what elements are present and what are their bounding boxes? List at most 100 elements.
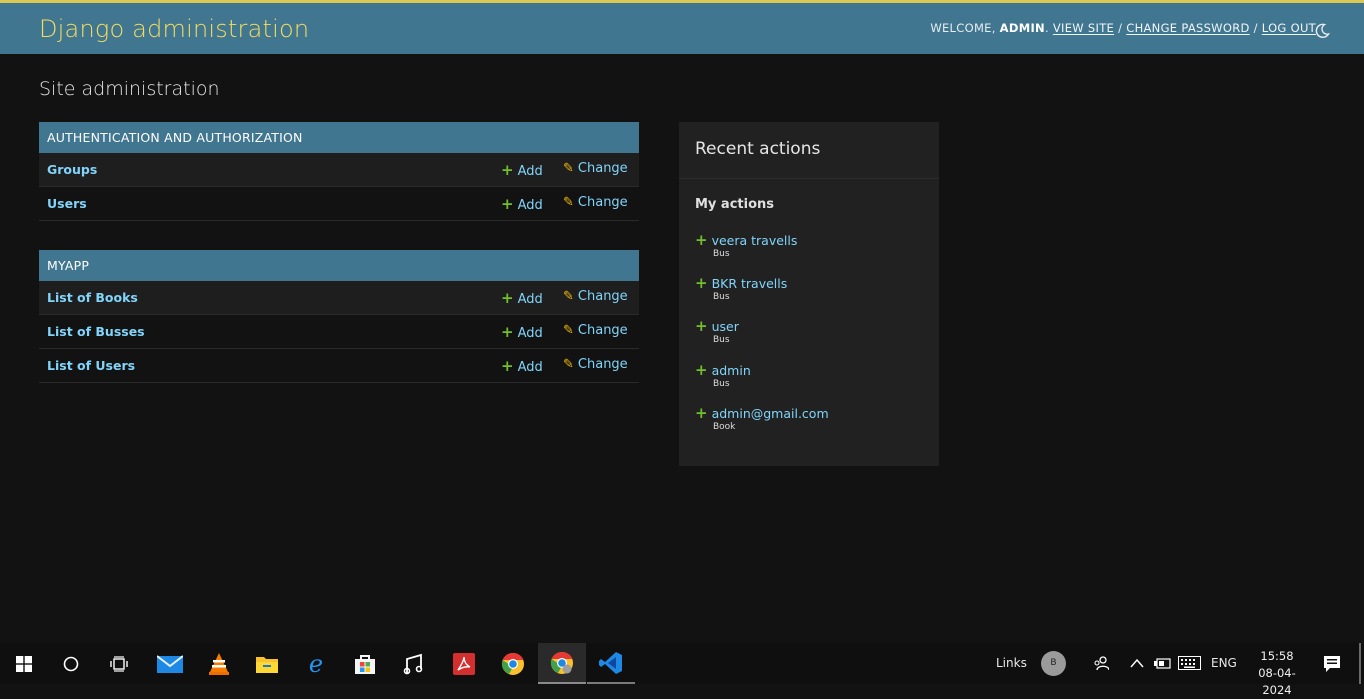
- action-link[interactable]: admin@gmail.com: [712, 406, 829, 421]
- module-caption[interactable]: AUTHENTICATION AND AUTHORIZATION: [39, 122, 639, 153]
- pencil-icon: ✎: [563, 357, 574, 372]
- plus-icon: +: [695, 231, 708, 249]
- list-item: + veera travells Bus: [695, 230, 925, 259]
- keyboard-icon[interactable]: [1178, 656, 1201, 670]
- add-button[interactable]: + Add: [501, 323, 543, 341]
- file-explorer-icon[interactable]: [243, 643, 291, 684]
- plus-icon: +: [501, 289, 514, 307]
- change-button[interactable]: ✎ Change: [563, 161, 628, 176]
- change-label: Change: [577, 323, 628, 338]
- links-toolbar[interactable]: Links: [996, 656, 1027, 670]
- table-row: List of Users + Add ✎ Change: [39, 349, 639, 383]
- action-type: Bus: [713, 335, 730, 345]
- action-link[interactable]: admin: [712, 363, 751, 378]
- list-item: + user Bus: [695, 316, 925, 345]
- my-actions-heading: My actions: [695, 197, 775, 212]
- username: ADMIN: [999, 21, 1045, 35]
- model-link-busses[interactable]: List of Busses: [47, 324, 145, 339]
- recent-actions-title: Recent actions: [695, 139, 821, 159]
- add-label: Add: [517, 326, 543, 341]
- module-authentication: AUTHENTICATION AND AUTHORIZATION Groups …: [39, 122, 639, 221]
- action-type: Bus: [713, 292, 730, 302]
- action-link[interactable]: BKR travells: [712, 276, 788, 291]
- time-text: 15:58: [1260, 649, 1294, 663]
- welcome-text: WELCOME,: [930, 21, 996, 35]
- recent-actions-panel: Recent actions My actions + veera travell…: [679, 122, 939, 466]
- task-view-icon[interactable]: [95, 643, 143, 684]
- change-password-link[interactable]: CHANGE PASSWORD: [1126, 21, 1249, 35]
- model-link-users[interactable]: List of Users: [47, 358, 135, 373]
- language-indicator[interactable]: ENG: [1211, 656, 1237, 670]
- people-icon[interactable]: [1093, 655, 1109, 671]
- pencil-icon: ✎: [563, 323, 574, 338]
- add-button[interactable]: + Add: [501, 195, 543, 213]
- plus-icon: +: [501, 195, 514, 213]
- chrome-icon[interactable]: [489, 643, 537, 684]
- store-icon[interactable]: [341, 643, 389, 684]
- view-site-link[interactable]: VIEW SITE: [1053, 21, 1114, 35]
- plus-icon: +: [501, 323, 514, 341]
- model-link-books[interactable]: List of Books: [47, 290, 138, 305]
- header: Django administration WELCOME, ADMIN. VI…: [0, 3, 1364, 54]
- windows-start-icon[interactable]: [0, 643, 48, 684]
- model-link-users[interactable]: Users: [47, 196, 87, 211]
- clock[interactable]: 15:58 08-04-2024: [1246, 648, 1308, 699]
- table-row: Groups + Add ✎ Change: [39, 153, 639, 187]
- action-type: Bus: [713, 249, 730, 259]
- action-link[interactable]: veera travells: [712, 233, 798, 248]
- user-tools: WELCOME, ADMIN. VIEW SITE / CHANGE PASSW…: [930, 21, 1316, 35]
- separator: /: [1253, 21, 1258, 35]
- action-link[interactable]: user: [712, 319, 739, 334]
- model-link-groups[interactable]: Groups: [47, 162, 97, 177]
- avatar[interactable]: B: [1041, 651, 1066, 676]
- plus-icon: +: [695, 361, 708, 379]
- divider: [679, 178, 939, 179]
- change-button[interactable]: ✎ Change: [563, 195, 628, 210]
- add-label: Add: [517, 164, 543, 179]
- table-row: List of Busses + Add ✎ Change: [39, 315, 639, 349]
- edge-icon[interactable]: e: [292, 643, 340, 684]
- separator: /: [1118, 21, 1123, 35]
- list-item: + admin@gmail.com Book: [695, 403, 925, 432]
- taskbar: e Links B ENG 15:58 08-04-2024: [0, 643, 1364, 697]
- add-label: Add: [517, 292, 543, 307]
- log-out-link[interactable]: LOG OUT: [1262, 21, 1316, 35]
- change-button[interactable]: ✎ Change: [563, 323, 628, 338]
- pencil-icon: ✎: [563, 161, 574, 176]
- show-desktop-button[interactable]: [1359, 643, 1361, 684]
- action-type: Bus: [713, 379, 730, 389]
- table-row: Users + Add ✎ Change: [39, 187, 639, 221]
- list-item: + BKR travells Bus: [695, 273, 925, 302]
- chevron-up-icon[interactable]: [1130, 658, 1144, 668]
- notifications-icon[interactable]: [1323, 655, 1341, 673]
- pencil-icon: ✎: [563, 195, 574, 210]
- change-label: Change: [577, 195, 628, 210]
- mail-icon[interactable]: [146, 643, 194, 684]
- module-caption[interactable]: MYAPP: [39, 250, 639, 281]
- change-button[interactable]: ✎ Change: [563, 357, 628, 372]
- moon-icon[interactable]: [1314, 23, 1330, 39]
- table-row: List of Books + Add ✎ Change: [39, 281, 639, 315]
- site-branding[interactable]: Django administration: [39, 15, 309, 43]
- vlc-icon[interactable]: [195, 643, 243, 684]
- add-label: Add: [517, 360, 543, 375]
- acrobat-icon[interactable]: [440, 643, 488, 684]
- search-icon[interactable]: [47, 643, 95, 684]
- page-title: Site administration: [39, 78, 220, 100]
- add-button[interactable]: + Add: [501, 161, 543, 179]
- change-button[interactable]: ✎ Change: [563, 289, 628, 304]
- vscode-icon[interactable]: [587, 643, 635, 684]
- battery-icon[interactable]: [1154, 657, 1171, 669]
- music-icon[interactable]: [390, 643, 438, 684]
- change-label: Change: [577, 161, 628, 176]
- module-myapp: MYAPP List of Books + Add ✎ Change List of…: [39, 250, 639, 383]
- plus-icon: +: [695, 317, 708, 335]
- add-button[interactable]: + Add: [501, 357, 543, 375]
- add-label: Add: [517, 198, 543, 213]
- date-text: 08-04-2024: [1258, 666, 1296, 697]
- plus-icon: +: [501, 161, 514, 179]
- chrome-profile-icon[interactable]: [538, 643, 586, 684]
- add-button[interactable]: + Add: [501, 289, 543, 307]
- plus-icon: +: [695, 404, 708, 422]
- plus-icon: +: [695, 274, 708, 292]
